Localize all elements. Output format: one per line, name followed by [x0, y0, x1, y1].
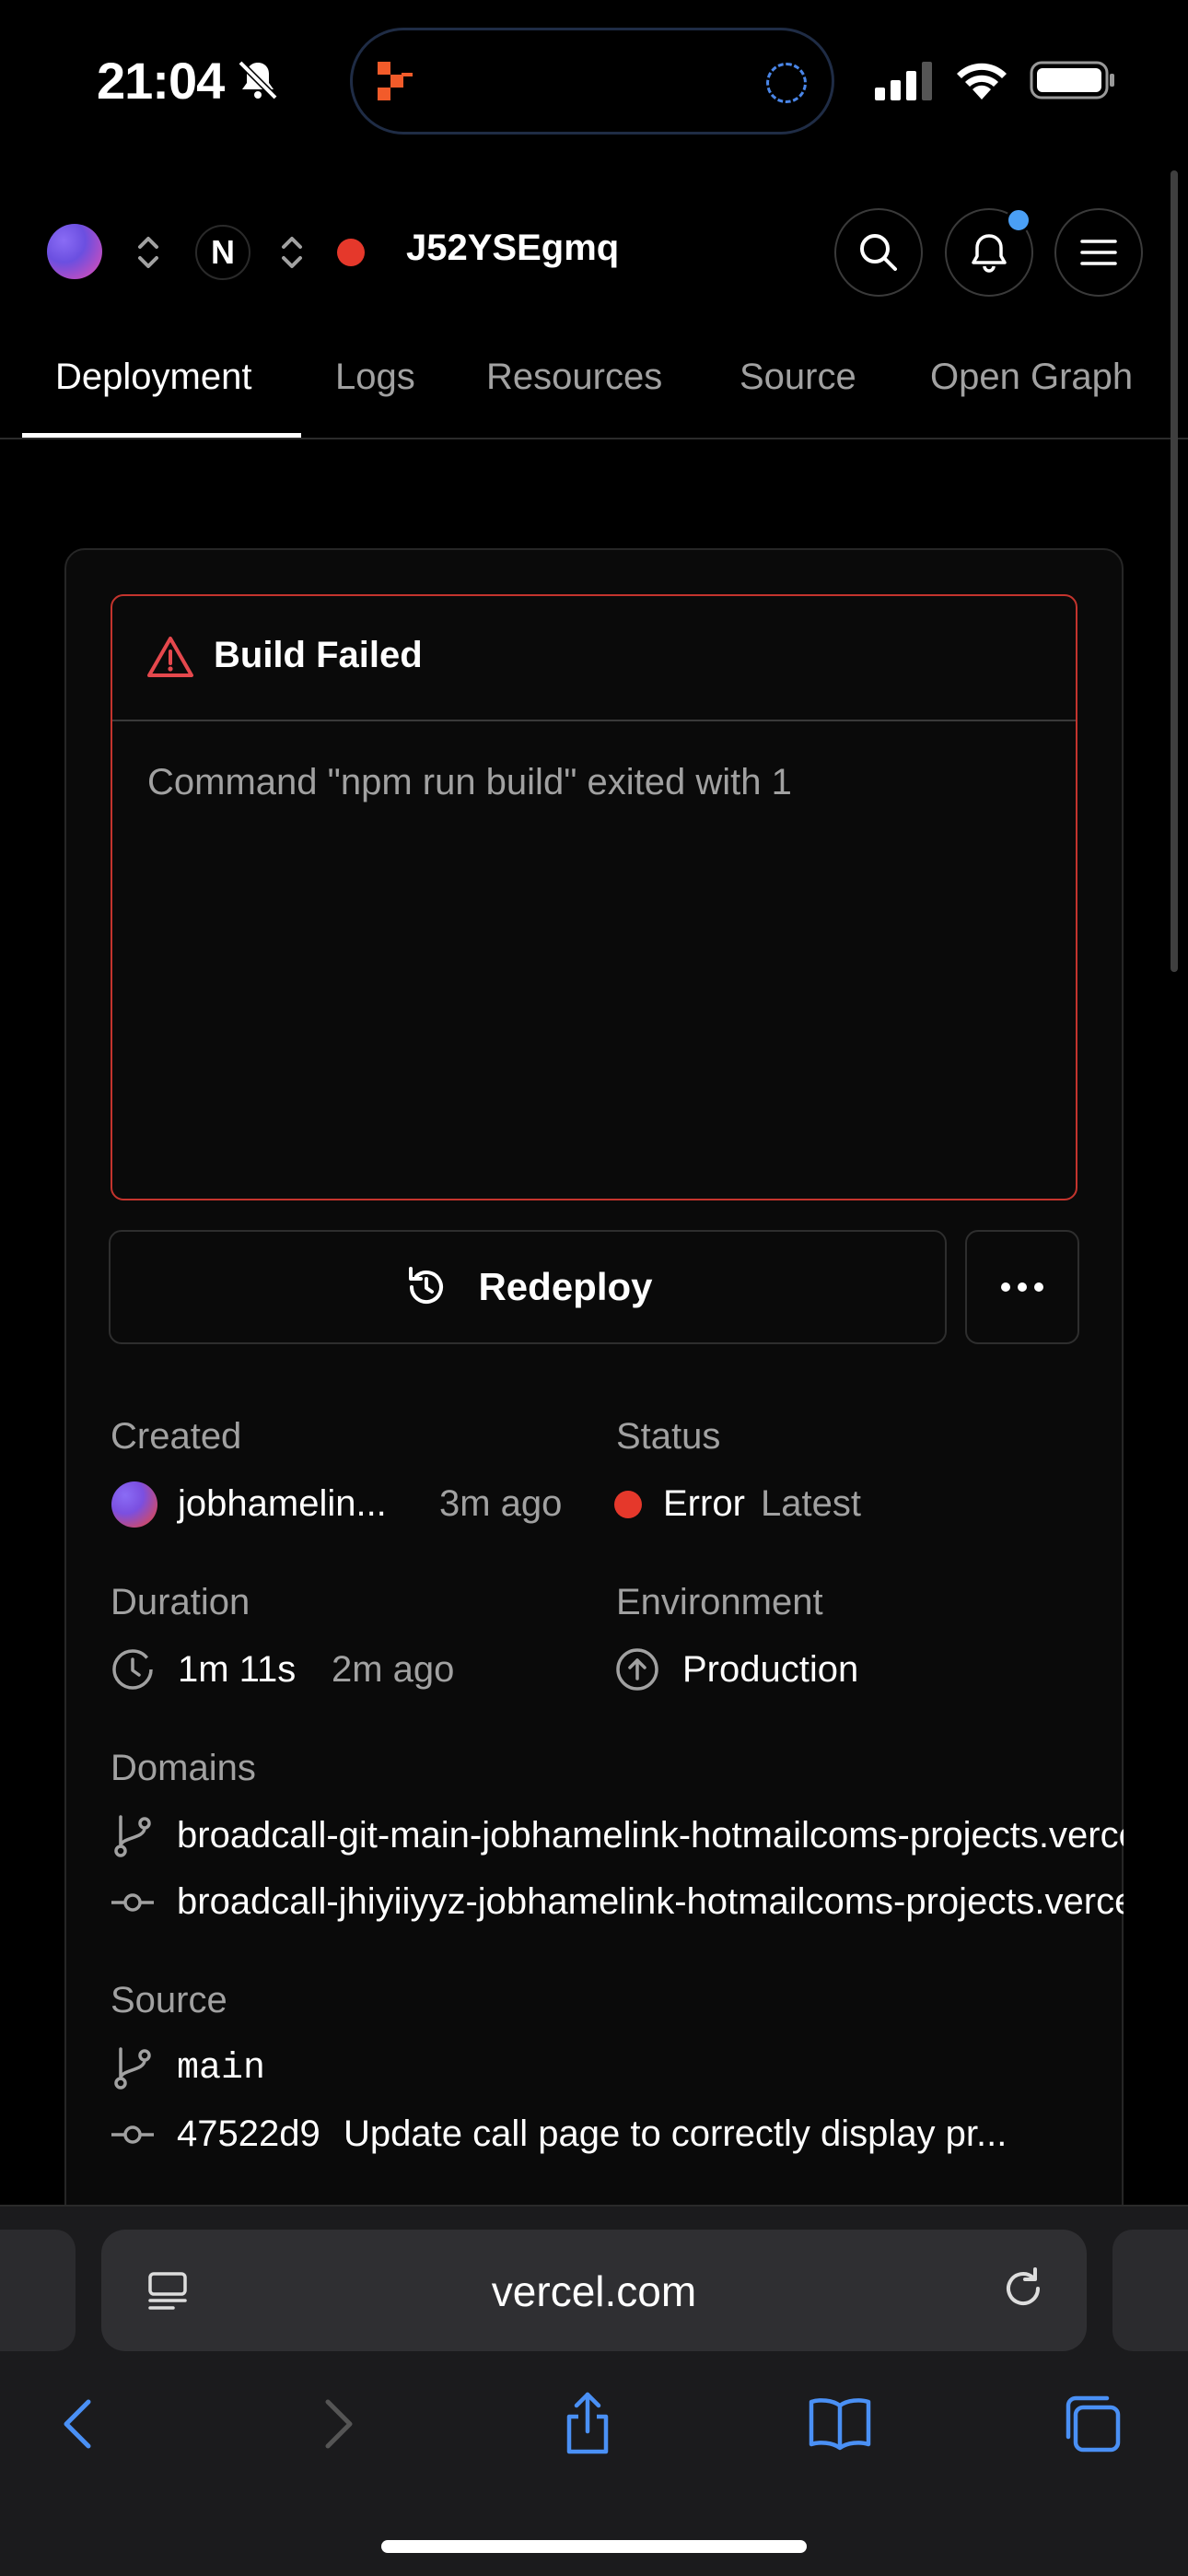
tab-deployment[interactable]: Deployment: [55, 357, 251, 398]
creator-name[interactable]: jobhamelin...: [178, 1483, 387, 1525]
ellipsis-icon: [1001, 1282, 1043, 1292]
menu-button[interactable]: [1054, 208, 1143, 297]
status-time: 21:04: [97, 52, 225, 110]
tab-logs[interactable]: Logs: [335, 357, 415, 398]
source-branch[interactable]: main: [177, 2048, 265, 2090]
status-value: Error: [663, 1483, 745, 1524]
duration-value: 1m 11s: [178, 1649, 297, 1690]
git-commit-icon: [111, 1893, 154, 1912]
created-time: 3m ago: [439, 1483, 563, 1524]
bookmarks-icon[interactable]: [807, 2391, 873, 2457]
next-tab-preview[interactable]: [1112, 2230, 1188, 2351]
domains-label: Domains: [111, 1748, 256, 1788]
clock-icon: [112, 1649, 153, 1690]
latest-tag: Latest: [761, 1483, 861, 1524]
cellular-signal-icon: [875, 62, 932, 100]
commit-message[interactable]: Update call page to correctly display pr…: [344, 2113, 1007, 2155]
bell-icon: [972, 234, 1007, 273]
arrow-up-circle-icon: [616, 1648, 658, 1691]
created-label: Created: [111, 1416, 242, 1457]
git-commit-icon: [111, 2125, 154, 2144]
url-text: vercel.com: [491, 2267, 697, 2315]
git-branch-icon: [114, 2047, 151, 2090]
source-label: Source: [111, 1980, 227, 2020]
tabs-icon[interactable]: [1059, 2391, 1125, 2457]
environment-value: Production: [682, 1649, 859, 1690]
wifi-icon: [957, 63, 1007, 100]
tab-bar: Deployment Logs Resources Source Open Gr…: [0, 341, 1188, 439]
back-icon[interactable]: [46, 2391, 112, 2457]
hamburger-menu-icon: [1080, 240, 1117, 265]
duration-label: Duration: [111, 1582, 250, 1622]
active-tab-indicator: [22, 433, 301, 438]
scrollbar[interactable]: [1171, 170, 1178, 972]
redeploy-label: Redeploy: [478, 1265, 653, 1308]
account-avatar[interactable]: [47, 224, 102, 279]
notification-badge: [1006, 207, 1031, 233]
environment-label: Environment: [616, 1582, 823, 1622]
duration-time: 2m ago: [332, 1649, 455, 1690]
bell-slash-icon: [238, 60, 278, 100]
tab-open-graph[interactable]: Open Graph: [930, 357, 1133, 398]
search-icon: [860, 234, 897, 271]
git-branch-icon: [114, 1815, 151, 1857]
chevron-up-down-icon[interactable]: [134, 232, 162, 273]
domain-link[interactable]: broadcall-jhiyiiyyz-jobhamelink-hotmailc…: [177, 1881, 1124, 1923]
deployment-status-dot: [337, 239, 365, 266]
team-logo[interactable]: N: [195, 225, 250, 280]
home-indicator[interactable]: [381, 2540, 807, 2553]
creator-avatar: [111, 1481, 157, 1528]
battery-icon: [1030, 61, 1114, 100]
tab-source[interactable]: Source: [740, 357, 856, 398]
domain-link[interactable]: broadcall-git-main-jobhamelink-hotmailco…: [177, 1815, 1124, 1856]
commit-hash[interactable]: 47522d9: [177, 2113, 320, 2155]
more-actions-button[interactable]: [965, 1230, 1079, 1344]
tab-resources[interactable]: Resources: [486, 357, 662, 398]
reload-icon[interactable]: [999, 2265, 1047, 2313]
error-message: Command "npm run build" exited with 1: [147, 762, 792, 802]
share-icon[interactable]: [554, 2391, 621, 2457]
status-label: Status: [616, 1416, 721, 1457]
chevron-up-down-icon[interactable]: [278, 232, 306, 273]
activity-spinner-icon: [766, 63, 807, 103]
forward-icon[interactable]: [304, 2391, 370, 2457]
previous-tab-preview[interactable]: [0, 2230, 76, 2351]
error-status-dot: [614, 1491, 642, 1518]
status-bar: 21:04: [0, 0, 1188, 161]
error-title: Build Failed: [214, 635, 423, 675]
address-bar[interactable]: vercel.com: [101, 2230, 1087, 2351]
warning-icon: [147, 637, 193, 677]
build-error-panel: Build Failed Command "npm run build" exi…: [111, 594, 1077, 1200]
app-activity-icon: [378, 62, 413, 100]
deployment-id[interactable]: J52YSEgmq: [406, 228, 619, 269]
dynamic-island: [350, 28, 834, 135]
redeploy-button[interactable]: Redeploy: [109, 1230, 947, 1344]
error-header: Build Failed: [112, 596, 1076, 721]
redeploy-icon: [409, 1267, 444, 1304]
search-button[interactable]: [834, 208, 923, 297]
